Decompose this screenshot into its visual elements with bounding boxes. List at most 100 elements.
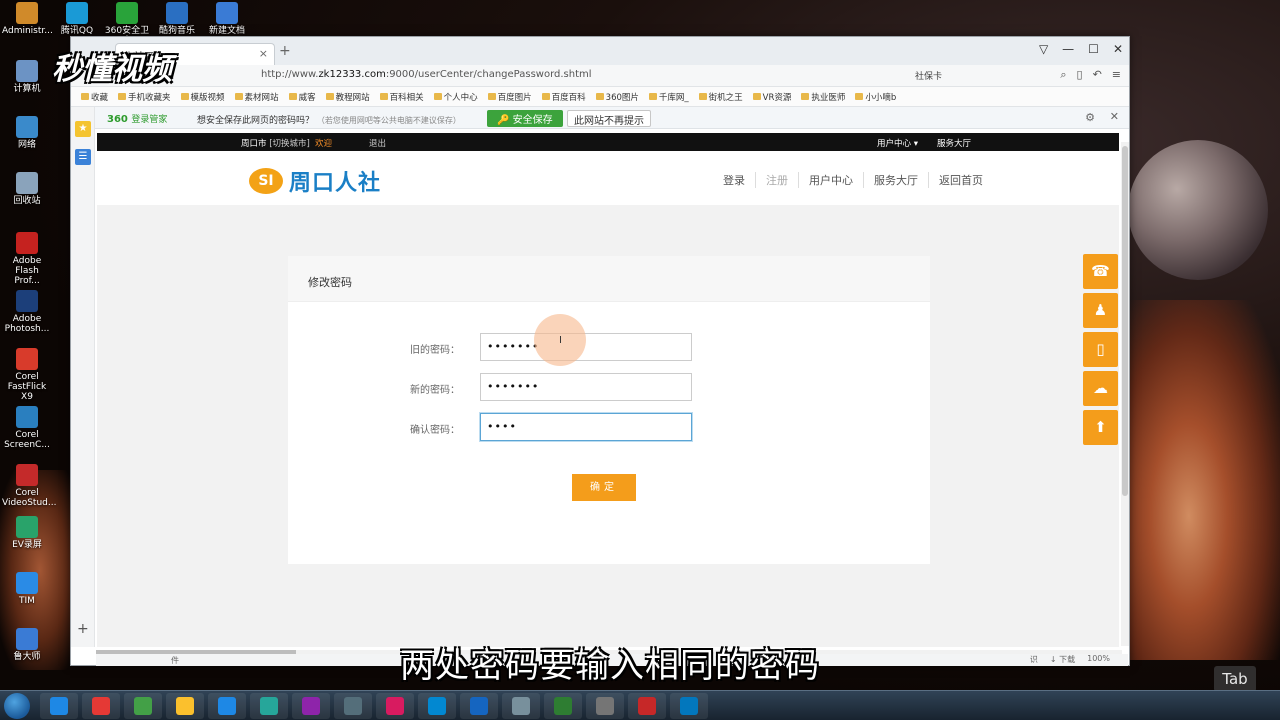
- taskbar-app[interactable]: [250, 693, 288, 719]
- nav-login[interactable]: 登录: [723, 172, 755, 188]
- desktop-icon[interactable]: Corel ScreenC...: [2, 406, 52, 450]
- taskbar-app[interactable]: [586, 693, 624, 719]
- nav-home[interactable]: 返回首页: [928, 172, 993, 188]
- new-password-input[interactable]: •••••••: [480, 373, 692, 401]
- safe-save-button[interactable]: 🔑 安全保存: [487, 110, 563, 127]
- bookmark-item[interactable]: 百度图片: [487, 91, 532, 103]
- taskbar-app[interactable]: [82, 693, 120, 719]
- back-to-top-icon[interactable]: ⬆: [1083, 410, 1118, 445]
- taskbar-app[interactable]: [40, 693, 78, 719]
- url-field[interactable]: http://www.zk12333.com:9000/userCenter/c…: [261, 69, 592, 80]
- sidebar-add-icon[interactable]: +: [77, 621, 89, 637]
- bookmark-item[interactable]: 威客: [288, 91, 316, 103]
- app-icon: [16, 348, 38, 370]
- start-button[interactable]: [4, 693, 30, 719]
- topbar-service-hall[interactable]: 服务大厅: [937, 137, 971, 149]
- status-identify[interactable]: 识: [1030, 654, 1038, 665]
- nav-register[interactable]: 注册: [755, 172, 798, 188]
- taskbar-app[interactable]: [292, 693, 330, 719]
- desktop-icon[interactable]: Adobe Flash Prof...: [2, 232, 52, 286]
- taskbar-app[interactable]: [166, 693, 204, 719]
- bookmark-item[interactable]: 素材网站: [234, 91, 279, 103]
- taskbar-app[interactable]: [376, 693, 414, 719]
- bookmark-item[interactable]: 百度百科: [541, 91, 586, 103]
- city-label: 周口市 [切换城市]: [241, 139, 310, 149]
- taskbar-app-icon: [680, 697, 698, 715]
- desktop-icon[interactable]: 计算机: [2, 60, 52, 94]
- search-icon[interactable]: ⌕: [1060, 68, 1066, 82]
- search-box[interactable]: 社保卡: [915, 69, 942, 82]
- qq-icon[interactable]: ♟: [1083, 293, 1118, 328]
- vertical-scrollbar[interactable]: [1121, 142, 1129, 646]
- bookmark-item[interactable]: VR资源: [752, 91, 791, 103]
- switch-city-link[interactable]: [切换城市]: [269, 139, 310, 149]
- scroll-thumb[interactable]: [1122, 146, 1128, 496]
- taskbar-app[interactable]: [418, 693, 456, 719]
- minimize-button[interactable]: —: [1062, 42, 1074, 56]
- bookmark-item[interactable]: 教程网站: [325, 91, 370, 103]
- folder-icon: [118, 93, 127, 100]
- folder-icon: [541, 93, 550, 100]
- desktop-icon[interactable]: Corel FastFlick X9: [2, 348, 52, 402]
- mobile-icon[interactable]: ▯: [1077, 68, 1083, 82]
- desktop-icon[interactable]: 回收站: [2, 172, 52, 206]
- site-logo[interactable]: SI 周口人社: [249, 165, 381, 197]
- bookmark-item[interactable]: 小小嘀b: [855, 91, 896, 103]
- new-tab-button[interactable]: +: [279, 43, 291, 59]
- taskbar-app[interactable]: [544, 693, 582, 719]
- desktop-icon[interactable]: Corel VideoStud...: [2, 464, 56, 508]
- topbar-user-center[interactable]: 用户中心 ▾: [877, 137, 918, 149]
- confirm-password-input[interactable]: ••••: [480, 413, 692, 441]
- desktop-icon-label: 回收站: [13, 196, 41, 206]
- confirm-button[interactable]: 确定: [572, 474, 636, 501]
- desktop-icon[interactable]: Administr...: [2, 2, 53, 36]
- maximize-button[interactable]: ☐: [1088, 42, 1099, 56]
- phone-icon[interactable]: ☎: [1083, 254, 1118, 289]
- bookmark-item[interactable]: 收藏: [81, 91, 108, 103]
- bookmark-item[interactable]: 执业医师: [801, 91, 845, 103]
- logout-link[interactable]: 退出: [369, 137, 386, 149]
- taskbar-app[interactable]: [334, 693, 372, 719]
- tab-close-icon[interactable]: ×: [259, 47, 268, 60]
- undo-icon[interactable]: ↶: [1093, 68, 1102, 82]
- desktop-icon[interactable]: Adobe Photosh...: [2, 290, 52, 334]
- desktop-icon[interactable]: TIM: [2, 572, 52, 606]
- no-more-prompt-button[interactable]: 此网站不再提示: [567, 110, 651, 127]
- taskbar-app[interactable]: [208, 693, 246, 719]
- bookmark-item[interactable]: 手机收藏夹: [118, 91, 171, 103]
- taskbar-app[interactable]: [124, 693, 162, 719]
- desktop-icon[interactable]: 腾讯QQ: [52, 2, 102, 36]
- favorites-star-icon[interactable]: ★: [75, 121, 91, 137]
- desktop-icon[interactable]: 鲁大师: [2, 628, 52, 662]
- close-notice-icon[interactable]: ✕: [1110, 110, 1119, 123]
- zoom-level[interactable]: 100%: [1087, 654, 1110, 665]
- nav-user-center[interactable]: 用户中心: [798, 172, 863, 188]
- taskbar-app[interactable]: [460, 693, 498, 719]
- wechat-icon[interactable]: ☁: [1083, 371, 1118, 406]
- desktop-icon[interactable]: 酷狗音乐: [152, 2, 202, 36]
- bookmark-item[interactable]: 个人中心: [433, 91, 478, 103]
- download-icon[interactable]: ↓ 下载: [1050, 654, 1075, 665]
- desktop-icon[interactable]: 网络: [2, 116, 52, 150]
- taskbar-app[interactable]: [502, 693, 540, 719]
- taskbar-app[interactable]: [628, 693, 666, 719]
- skin-icon[interactable]: ▽: [1039, 42, 1048, 56]
- desktop-icon[interactable]: 新建文档: [202, 2, 252, 36]
- search-label: 社保卡: [915, 72, 943, 82]
- gear-icon[interactable]: ⚙: [1085, 111, 1095, 124]
- bookmark-label: 教程网站: [335, 92, 370, 103]
- reading-list-icon[interactable]: ☰: [75, 149, 91, 165]
- menu-icon[interactable]: ≡: [1112, 68, 1121, 82]
- close-window-button[interactable]: ✕: [1113, 42, 1123, 56]
- bookmark-item[interactable]: 模版视频: [180, 91, 225, 103]
- nav-service-hall[interactable]: 服务大厅: [863, 172, 928, 188]
- bookmark-item[interactable]: 街机之王: [698, 91, 743, 103]
- taskbar-app[interactable]: [670, 693, 708, 719]
- bookmark-item[interactable]: 百科相关: [379, 91, 424, 103]
- desktop-icon[interactable]: EV录屏: [2, 516, 52, 550]
- taskbar-app-icon: [428, 697, 446, 715]
- old-password-input[interactable]: •••••••: [480, 333, 692, 361]
- bookmark-item[interactable]: 千库网_: [648, 91, 689, 103]
- bookmark-item[interactable]: 360图片: [595, 91, 639, 103]
- mobile-icon[interactable]: ▯: [1083, 332, 1118, 367]
